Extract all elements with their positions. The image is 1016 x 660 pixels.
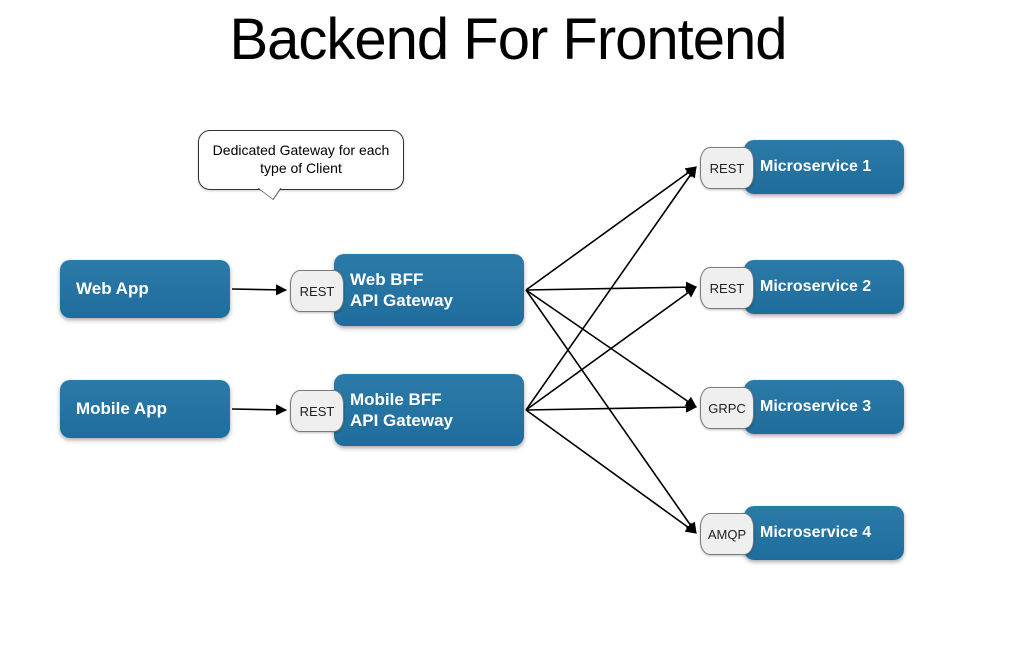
service-box-ms1: Microservice 1 <box>744 140 904 194</box>
service-label: Microservice 1 <box>744 157 871 177</box>
gateway-box-web-bff: Web BFF API Gateway <box>334 254 524 326</box>
edge-web-bff-to-ms2 <box>526 287 696 290</box>
protocol-badge-rest: REST <box>700 267 754 309</box>
gateway-label: Web BFF API Gateway <box>334 269 453 312</box>
protocol-badge-amqp: AMQP <box>700 513 754 555</box>
client-label: Web App <box>60 278 149 299</box>
edge-mobile-bff-to-ms1 <box>526 167 696 410</box>
service-label: Microservice 2 <box>744 277 871 297</box>
edge-web-bff-to-ms3 <box>526 290 696 407</box>
gateway-box-mobile-bff: Mobile BFF API Gateway <box>334 374 524 446</box>
edge-mobile-to-mobile-bff <box>232 409 286 410</box>
gateway-label: Mobile BFF API Gateway <box>334 389 453 432</box>
protocol-badge-grpc: GRPC <box>700 387 754 429</box>
callout-text: Dedicated Gateway for each type of Clien… <box>213 142 390 176</box>
client-label: Mobile App <box>60 398 167 419</box>
protocol-badge-rest: REST <box>290 270 344 312</box>
service-box-ms3: Microservice 3 <box>744 380 904 434</box>
client-box-web: Web App <box>60 260 230 318</box>
service-box-ms2: Microservice 2 <box>744 260 904 314</box>
service-label: Microservice 3 <box>744 397 871 417</box>
edge-mobile-bff-to-ms2 <box>526 287 696 410</box>
diagram-stage: Backend For Frontend Dedicated Gateway f… <box>0 0 1016 660</box>
edge-web-bff-to-ms4 <box>526 290 696 533</box>
edge-mobile-bff-to-ms3 <box>526 407 696 410</box>
service-box-ms4: Microservice 4 <box>744 506 904 560</box>
service-label: Microservice 4 <box>744 523 871 543</box>
edge-mobile-bff-to-ms4 <box>526 410 696 533</box>
callout-bubble: Dedicated Gateway for each type of Clien… <box>198 130 404 190</box>
protocol-badge-rest: REST <box>290 390 344 432</box>
protocol-badge-rest: REST <box>700 147 754 189</box>
connection-layer <box>0 0 1016 660</box>
client-box-mobile: Mobile App <box>60 380 230 438</box>
page-title: Backend For Frontend <box>0 6 1016 73</box>
edge-web-bff-to-ms1 <box>526 167 696 290</box>
edge-web-to-web-bff <box>232 289 286 290</box>
